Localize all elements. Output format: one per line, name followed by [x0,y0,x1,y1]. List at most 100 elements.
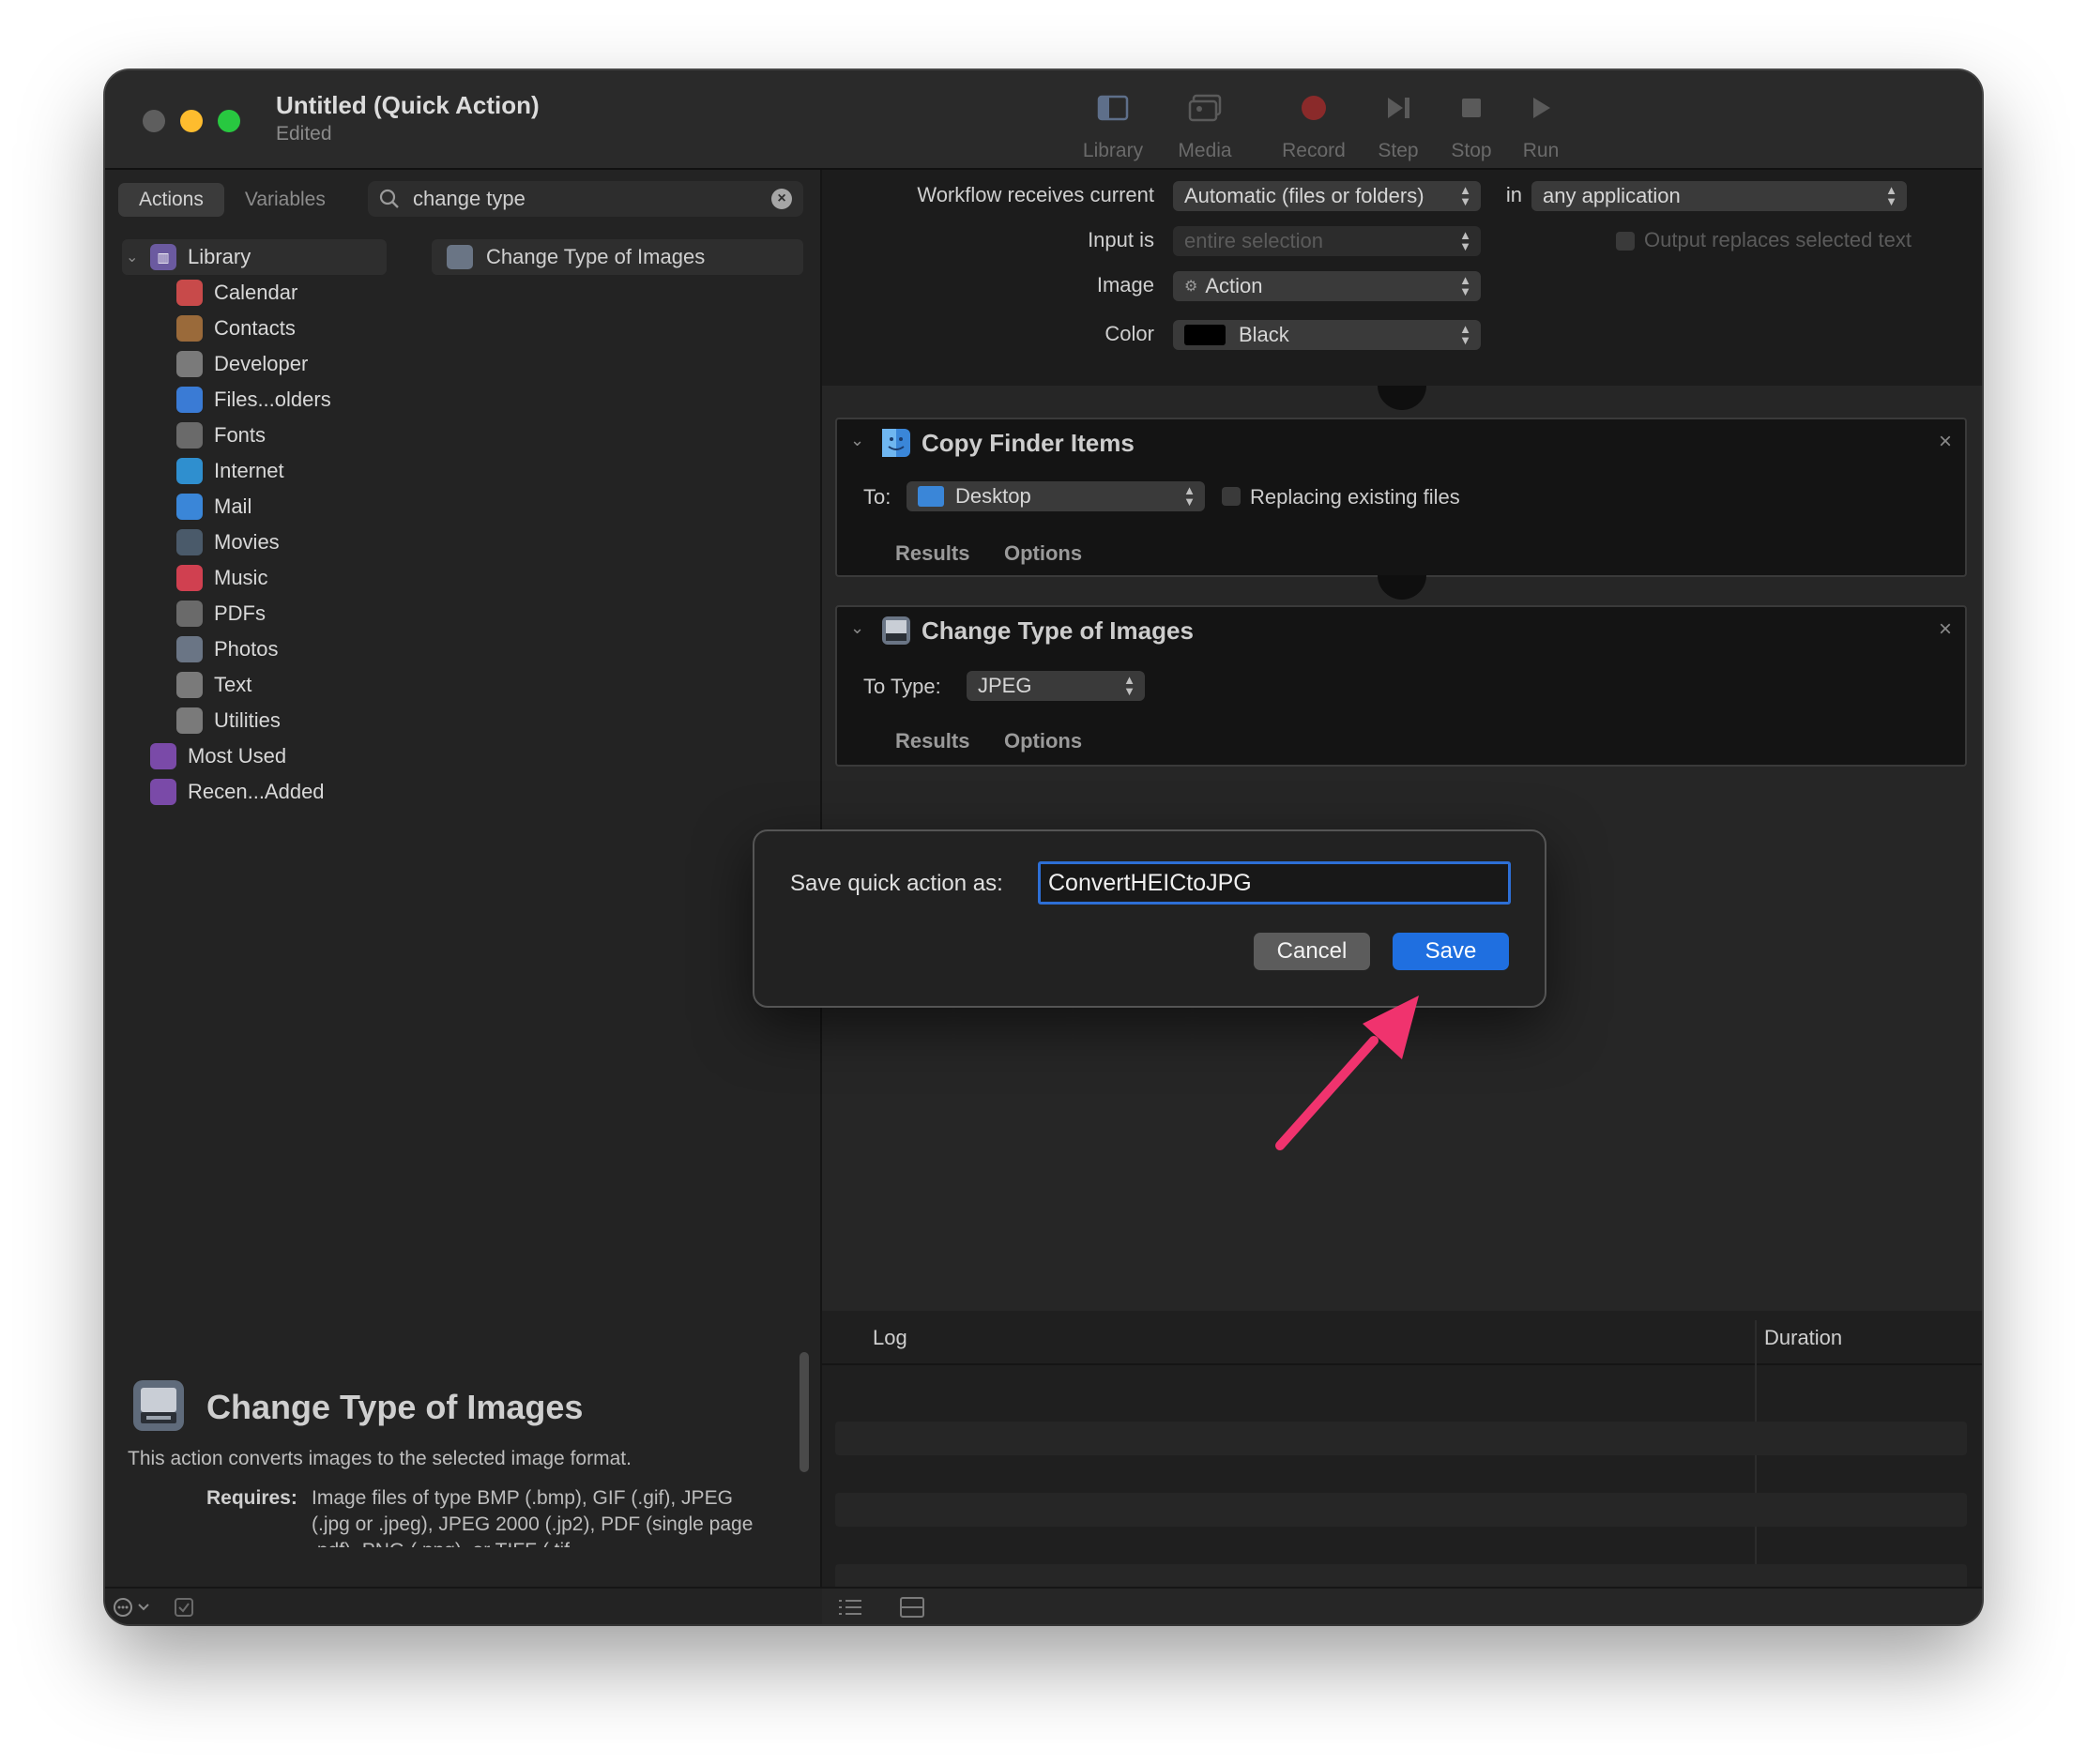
tree-item-label: Contacts [214,316,296,340]
action-connector [1378,386,1426,410]
popup-chevron-icon: ▲ ▼ [1183,483,1196,509]
automator-window: Untitled (Quick Action) Edited Library M… [105,70,1982,1624]
popup-chevron-icon: ▲ ▼ [1459,322,1471,347]
tree-item-label: Recen...Added [188,780,325,803]
tree-item[interactable]: Calendar [122,275,404,311]
actions-tab[interactable]: Actions [118,183,224,217]
destination-popup[interactable]: Desktop ▲ ▼ [906,481,1205,511]
tree-item[interactable]: Utilities [122,703,404,738]
options-tab[interactable]: Options [1004,541,1082,566]
clear-search-icon[interactable]: × [771,189,792,209]
library-label: Library [1082,140,1144,161]
close-icon[interactable]: × [1939,616,1952,643]
tree-item[interactable]: Most Used [122,738,404,774]
chevron-down-icon[interactable]: ⌄ [850,618,864,638]
variables-tab[interactable]: Variables [224,183,346,217]
search-input[interactable]: change type [413,187,771,211]
workflow-bottom-bar [822,1587,1982,1624]
popup-chevron-icon: ▲ ▼ [1459,228,1471,253]
log-row [835,1422,1967,1455]
gear-icon: ⚙ [1184,279,1198,295]
tree-item[interactable]: Recen...Added [122,774,404,810]
tree-item-label: Photos [214,637,279,661]
log-column-header[interactable]: Log [873,1326,907,1350]
record-label: Record [1282,140,1346,161]
tree-item[interactable]: Photos [122,631,404,667]
tree-item-label: Text [214,673,252,696]
tree-item[interactable]: Music [122,560,404,596]
quick-action-name-input[interactable]: ConvertHEICtoJPG [1038,861,1511,905]
zoom-window-button[interactable] [218,110,240,132]
image-popup[interactable]: ⚙ Action ▲ ▼ [1173,271,1481,301]
duration-column-header[interactable]: Duration [1764,1326,1842,1350]
tree-item-label: Utilities [214,708,281,732]
tree-item-label: Fonts [214,423,267,447]
contacts-icon [176,315,203,342]
tree-item-label: Internet [214,459,284,482]
workflow-input-popup[interactable]: Automatic (files or folders) ▲ ▼ [1173,181,1481,211]
search-icon [379,189,399,208]
to-type-label: To Type: [863,675,941,698]
tree-item[interactable]: Fonts [122,418,404,453]
results-tab[interactable]: Results [895,729,969,753]
record-icon [1269,89,1359,127]
tree-item[interactable]: Contacts [122,311,404,346]
save-button[interactable]: Save [1393,933,1509,970]
window-title: Untitled (Quick Action) [276,91,540,119]
run-label: Run [1522,140,1560,161]
output-replaces-checkbox[interactable] [1616,232,1635,251]
close-window-button[interactable] [143,110,165,132]
tree-item[interactable]: Internet [122,453,404,489]
popup-chevron-icon: ▲ ▼ [1459,183,1471,208]
description-toggle-icon[interactable] [173,1596,195,1619]
list-view-icon[interactable] [837,1596,863,1619]
image-label: Image [1096,273,1154,297]
record-toolbar-button[interactable]: Record [1269,89,1359,162]
split-view-icon[interactable] [899,1596,925,1619]
tree-item[interactable]: Mail [122,489,404,525]
chevron-down-icon: ⌄ [126,250,139,266]
results-tab[interactable]: Results [895,541,969,566]
action-connector [1378,575,1426,600]
photos-icon [447,245,473,269]
tree-item-label: Mail [214,494,252,518]
tree-item-label: Calendar [214,281,298,304]
tree-item-label: Music [214,566,268,589]
popup-value: Black [1239,323,1289,346]
finder-icon [176,387,203,413]
description-title: Change Type of Images [206,1388,584,1426]
tree-item[interactable]: PDFs [122,596,404,631]
options-tab[interactable]: Options [1004,729,1082,753]
image-type-popup[interactable]: JPEG ▲ ▼ [967,671,1145,701]
change-type-of-images-action: ⌄ Change Type of Images × To Type: JPEG … [835,605,1967,767]
application-popup[interactable]: any application ▲ ▼ [1531,181,1907,211]
tree-item-library[interactable]: ⌄ ▥ Library [122,239,387,275]
media-toolbar-button[interactable]: Media [1160,89,1250,162]
log-panel: Log Duration [822,1311,1982,1598]
input-is-popup[interactable]: entire selection ▲ ▼ [1173,226,1481,256]
in-label: in [1505,183,1522,206]
popup-chevron-icon: ▲ ▼ [1885,183,1897,208]
color-popup[interactable]: Black ▲ ▼ [1173,320,1481,350]
search-field[interactable]: change type × [368,181,803,217]
run-toolbar-button[interactable]: Run [1496,89,1586,162]
action-menu-icon[interactable] [113,1596,158,1619]
chevron-down-icon[interactable]: ⌄ [850,431,864,450]
media-label: Media [1178,140,1232,161]
library-bottom-bar [105,1587,822,1624]
replacing-files-checkbox[interactable] [1222,487,1241,506]
library-panel: Actions Variables change type × ⌄ ▥ Libr… [105,170,822,1587]
minimize-window-button[interactable] [180,110,203,132]
tree-item[interactable]: Files...olders [122,382,404,418]
tree-item-label: Most Used [188,744,287,768]
tree-item[interactable]: Text [122,667,404,703]
close-icon[interactable]: × [1939,429,1952,455]
replacing-files-label: Replacing existing files [1250,485,1460,509]
tree-item[interactable]: Movies [122,525,404,560]
library-toolbar-button[interactable]: Library [1068,89,1158,162]
annotation-arrow [1275,996,1419,1150]
cancel-button[interactable]: Cancel [1254,933,1370,970]
tree-item[interactable]: Developer [122,346,404,382]
play-icon [1496,89,1586,127]
action-item-change-type-of-images[interactable]: Change Type of Images [432,239,803,275]
